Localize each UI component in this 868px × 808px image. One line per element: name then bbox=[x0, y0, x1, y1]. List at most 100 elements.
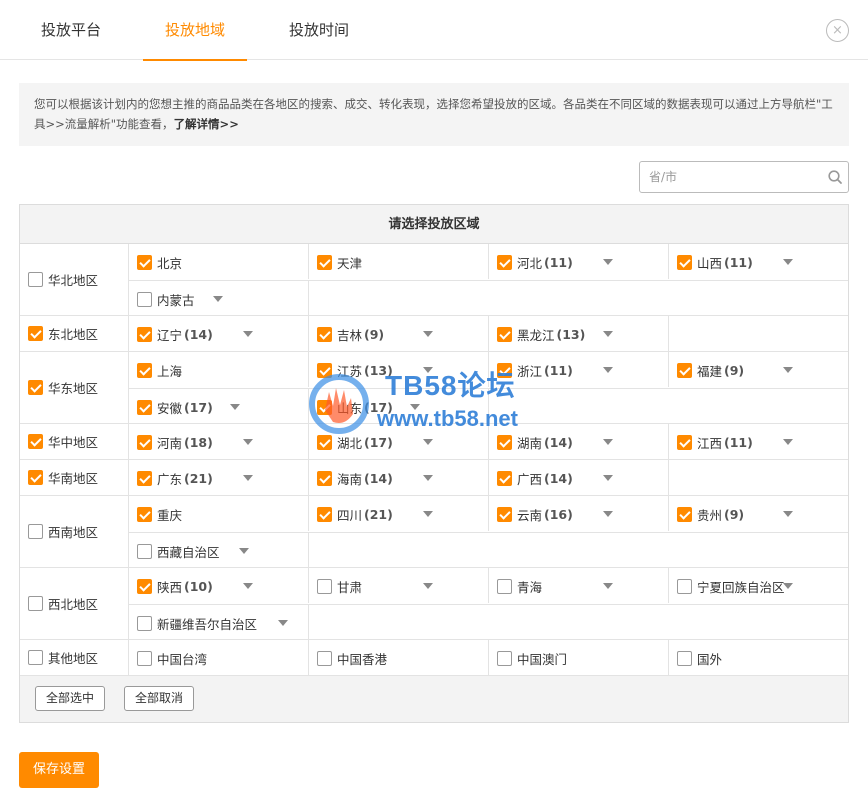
checkbox-icon[interactable] bbox=[137, 291, 152, 307]
checkbox-icon[interactable] bbox=[137, 254, 152, 270]
province-checkbox[interactable]: 河北 (11) bbox=[497, 253, 573, 271]
checkbox-icon[interactable] bbox=[317, 254, 332, 270]
save-button[interactable]: 保存设置 bbox=[19, 752, 99, 788]
region-checkbox[interactable]: 华中地区 bbox=[28, 433, 98, 451]
checkbox-icon[interactable] bbox=[28, 326, 43, 341]
chevron-down-icon[interactable] bbox=[410, 404, 420, 410]
checkbox-icon[interactable] bbox=[28, 650, 43, 665]
close-icon[interactable]: × bbox=[826, 19, 849, 42]
region-checkbox[interactable]: 西北地区 bbox=[28, 595, 98, 613]
checkbox-icon[interactable] bbox=[28, 596, 43, 611]
search-input[interactable] bbox=[640, 162, 820, 192]
province-checkbox[interactable]: 黑龙江 (13) bbox=[497, 325, 585, 343]
province-checkbox[interactable]: 重庆 bbox=[137, 505, 182, 523]
learn-more-link[interactable]: 了解详情>> bbox=[174, 117, 239, 131]
deselect-all-button[interactable]: 全部取消 bbox=[124, 686, 194, 711]
province-checkbox[interactable]: 中国香港 bbox=[317, 649, 387, 667]
chevron-down-icon[interactable] bbox=[603, 331, 613, 337]
checkbox-icon[interactable] bbox=[137, 578, 152, 594]
province-checkbox[interactable]: 北京 bbox=[137, 253, 182, 271]
checkbox-icon[interactable] bbox=[497, 362, 512, 378]
checkbox-icon[interactable] bbox=[137, 506, 152, 522]
province-checkbox[interactable]: 福建 (9) bbox=[677, 361, 744, 379]
checkbox-icon[interactable] bbox=[677, 362, 692, 378]
province-checkbox[interactable]: 陕西 (10) bbox=[137, 577, 213, 595]
checkbox-icon[interactable] bbox=[497, 578, 512, 594]
chevron-down-icon[interactable] bbox=[603, 475, 613, 481]
checkbox-icon[interactable] bbox=[317, 326, 332, 342]
province-checkbox[interactable]: 宁夏回族自治区 bbox=[677, 577, 785, 595]
province-checkbox[interactable]: 山东 (17) bbox=[317, 398, 393, 416]
chevron-down-icon[interactable] bbox=[603, 439, 613, 445]
province-checkbox[interactable]: 四川 (21) bbox=[317, 505, 393, 523]
chevron-down-icon[interactable] bbox=[423, 511, 433, 517]
province-checkbox[interactable]: 新疆维吾尔自治区 bbox=[137, 614, 257, 632]
chevron-down-icon[interactable] bbox=[603, 511, 613, 517]
checkbox-icon[interactable] bbox=[317, 470, 332, 486]
region-checkbox[interactable]: 华南地区 bbox=[28, 469, 98, 487]
chevron-down-icon[interactable] bbox=[423, 475, 433, 481]
province-checkbox[interactable]: 河南 (18) bbox=[137, 433, 213, 451]
chevron-down-icon[interactable] bbox=[783, 259, 793, 265]
checkbox-icon[interactable] bbox=[28, 470, 43, 485]
checkbox-icon[interactable] bbox=[677, 506, 692, 522]
checkbox-icon[interactable] bbox=[137, 470, 152, 486]
chevron-down-icon[interactable] bbox=[423, 367, 433, 373]
checkbox-icon[interactable] bbox=[317, 506, 332, 522]
checkbox-icon[interactable] bbox=[677, 254, 692, 270]
province-checkbox[interactable]: 浙江 (11) bbox=[497, 361, 573, 379]
chevron-down-icon[interactable] bbox=[243, 439, 253, 445]
province-checkbox[interactable]: 天津 bbox=[317, 253, 362, 271]
checkbox-icon[interactable] bbox=[28, 434, 43, 449]
province-checkbox[interactable]: 山西 (11) bbox=[677, 253, 753, 271]
chevron-down-icon[interactable] bbox=[603, 583, 613, 589]
chevron-down-icon[interactable] bbox=[278, 620, 288, 626]
province-checkbox[interactable]: 西藏自治区 bbox=[137, 542, 220, 560]
region-checkbox[interactable]: 东北地区 bbox=[28, 325, 98, 343]
tab-time[interactable]: 投放时间 bbox=[287, 0, 351, 60]
checkbox-icon[interactable] bbox=[497, 434, 512, 450]
tab-platform[interactable]: 投放平台 bbox=[39, 0, 103, 60]
checkbox-icon[interactable] bbox=[137, 326, 152, 342]
province-checkbox[interactable]: 内蒙古 bbox=[137, 290, 195, 308]
checkbox-icon[interactable] bbox=[677, 650, 692, 666]
chevron-down-icon[interactable] bbox=[243, 475, 253, 481]
province-checkbox[interactable]: 江西 (11) bbox=[677, 433, 753, 451]
checkbox-icon[interactable] bbox=[28, 524, 43, 539]
checkbox-icon[interactable] bbox=[317, 434, 332, 450]
province-checkbox[interactable]: 广东 (21) bbox=[137, 469, 213, 487]
region-checkbox[interactable]: 西南地区 bbox=[28, 523, 98, 541]
checkbox-icon[interactable] bbox=[317, 362, 332, 378]
chevron-down-icon[interactable] bbox=[239, 548, 249, 554]
province-checkbox[interactable]: 吉林 (9) bbox=[317, 325, 384, 343]
checkbox-icon[interactable] bbox=[497, 470, 512, 486]
chevron-down-icon[interactable] bbox=[213, 296, 223, 302]
province-checkbox[interactable]: 广西 (14) bbox=[497, 469, 573, 487]
chevron-down-icon[interactable] bbox=[783, 583, 793, 589]
checkbox-icon[interactable] bbox=[497, 326, 512, 342]
chevron-down-icon[interactable] bbox=[603, 367, 613, 373]
checkbox-icon[interactable] bbox=[137, 434, 152, 450]
chevron-down-icon[interactable] bbox=[783, 367, 793, 373]
checkbox-icon[interactable] bbox=[28, 380, 43, 395]
province-checkbox[interactable]: 贵州 (9) bbox=[677, 505, 744, 523]
checkbox-icon[interactable] bbox=[497, 506, 512, 522]
chevron-down-icon[interactable] bbox=[783, 511, 793, 517]
checkbox-icon[interactable] bbox=[677, 434, 692, 450]
province-checkbox[interactable]: 国外 bbox=[677, 649, 722, 667]
checkbox-icon[interactable] bbox=[137, 650, 152, 666]
chevron-down-icon[interactable] bbox=[423, 331, 433, 337]
province-checkbox[interactable]: 湖北 (17) bbox=[317, 433, 393, 451]
province-checkbox[interactable]: 云南 (16) bbox=[497, 505, 573, 523]
checkbox-icon[interactable] bbox=[317, 578, 332, 594]
province-checkbox[interactable]: 中国台湾 bbox=[137, 649, 207, 667]
checkbox-icon[interactable] bbox=[497, 650, 512, 666]
checkbox-icon[interactable] bbox=[137, 543, 152, 559]
region-checkbox[interactable]: 其他地区 bbox=[28, 649, 98, 667]
chevron-down-icon[interactable] bbox=[423, 583, 433, 589]
province-checkbox[interactable]: 湖南 (14) bbox=[497, 433, 573, 451]
region-checkbox[interactable]: 华北地区 bbox=[28, 271, 98, 289]
chevron-down-icon[interactable] bbox=[230, 404, 240, 410]
checkbox-icon[interactable] bbox=[317, 399, 332, 415]
checkbox-icon[interactable] bbox=[137, 399, 152, 415]
